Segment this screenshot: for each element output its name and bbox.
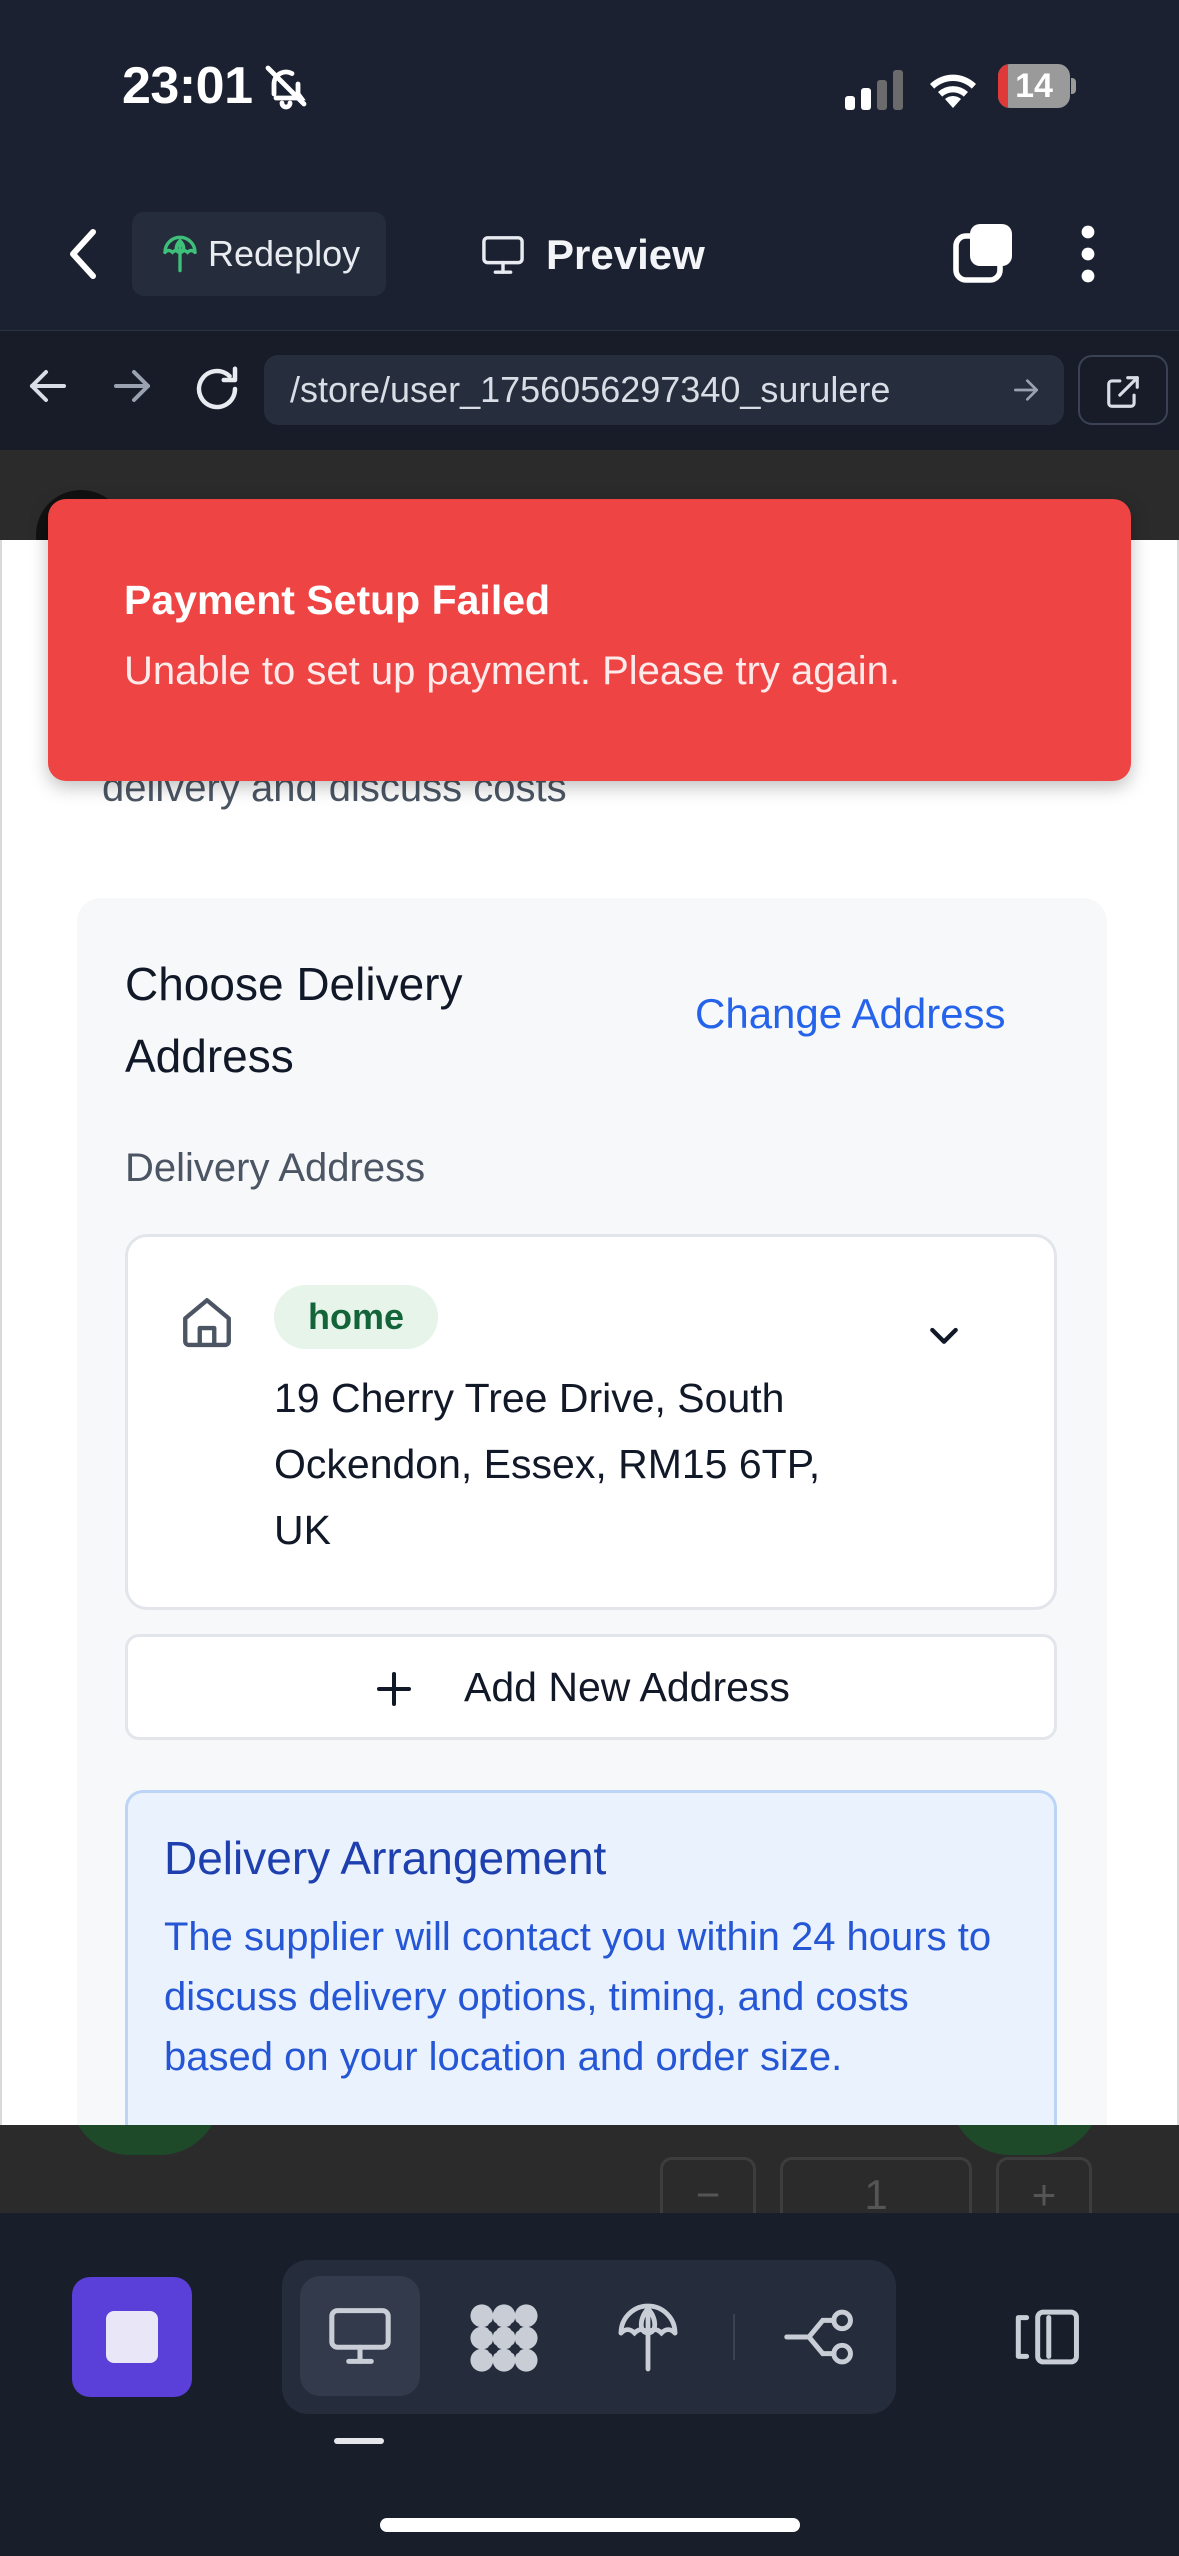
add-new-address-button[interactable]: Add New Address (125, 1634, 1057, 1740)
add-new-address-label: Add New Address (464, 1664, 790, 1710)
preview-label: Preview (546, 231, 705, 278)
open-external-button[interactable] (1078, 355, 1168, 425)
flow-icon[interactable] (784, 2306, 856, 2368)
redeploy-button[interactable]: Redeploy (132, 212, 386, 296)
stop-icon (106, 2311, 158, 2363)
url-go-icon[interactable] (1010, 374, 1042, 406)
monitor-icon (482, 236, 524, 274)
preview-tab[interactable]: Preview (478, 222, 738, 288)
wifi-icon (930, 74, 976, 108)
apps-icon[interactable] (466, 2300, 542, 2376)
quantity-increase-button[interactable]: + (996, 2157, 1092, 2213)
deploy-icon[interactable] (612, 2298, 684, 2374)
url-text: /store/user_1756056297340_surulere (290, 369, 891, 410)
panel-toggle-icon[interactable] (1010, 2306, 1082, 2368)
desktop-icon (329, 2308, 391, 2364)
dock-separator (733, 2314, 735, 2360)
address-select[interactable]: home 19 Cherry Tree Drive, South Ockendo… (125, 1234, 1057, 1610)
arrangement-title: Delivery Arrangement (164, 1832, 607, 1884)
battery-level: 14 (1015, 67, 1053, 105)
delivery-address-section: Choose Delivery Address Change Address D… (77, 898, 1107, 2125)
kebab-menu-icon[interactable] (1070, 222, 1106, 286)
open-external-icon (1107, 376, 1139, 408)
green-circle-peek (70, 2125, 220, 2155)
status-time: 23:01 (122, 57, 253, 115)
section-title: Choose Delivery Address (125, 958, 463, 1082)
arrow-right-icon[interactable] (108, 362, 156, 410)
url-field[interactable]: /store/user_1756056297340_surulere (264, 355, 1064, 425)
quantity-decrease-button[interactable]: − (660, 2157, 756, 2213)
error-toast[interactable]: Payment Setup Failed Unable to set up pa… (48, 499, 1131, 781)
cellular-signal-icon (845, 70, 903, 110)
arrow-left-icon[interactable] (24, 362, 72, 410)
bell-muted-icon (265, 65, 307, 110)
home-indicator[interactable] (380, 2518, 800, 2532)
toast-message: Unable to set up payment. Please try aga… (124, 649, 901, 693)
delivery-address-label: Delivery Address (125, 1146, 426, 1190)
chevron-down-icon[interactable] (924, 1315, 964, 1355)
reload-icon[interactable] (190, 362, 244, 416)
active-tab-indicator (334, 2438, 384, 2444)
battery-indicator: 14 (998, 64, 1076, 108)
toast-title: Payment Setup Failed (124, 577, 551, 623)
address-text: 19 Cherry Tree Drive, South Ockendon, Es… (274, 1375, 821, 1553)
arrangement-text: The supplier will contact you within 24 … (164, 1915, 992, 2079)
green-circle-peek (950, 2125, 1100, 2155)
quantity-field[interactable]: 1 (780, 2157, 972, 2213)
address-type-badge: home (274, 1285, 438, 1349)
delivery-arrangement-notice: Delivery Arrangement The supplier will c… (125, 1790, 1057, 2125)
redeploy-label: Redeploy (208, 233, 361, 274)
tabs-icon[interactable] (952, 220, 1016, 284)
stop-button[interactable] (72, 2277, 192, 2397)
change-address-link[interactable]: Change Address (695, 990, 1006, 1038)
redeploy-icon (163, 235, 197, 273)
chevron-left-icon[interactable] (60, 226, 110, 282)
plus-icon (377, 1672, 411, 1706)
house-icon (183, 1298, 231, 1348)
page-footer-peek: − 1 + (0, 2125, 1179, 2213)
